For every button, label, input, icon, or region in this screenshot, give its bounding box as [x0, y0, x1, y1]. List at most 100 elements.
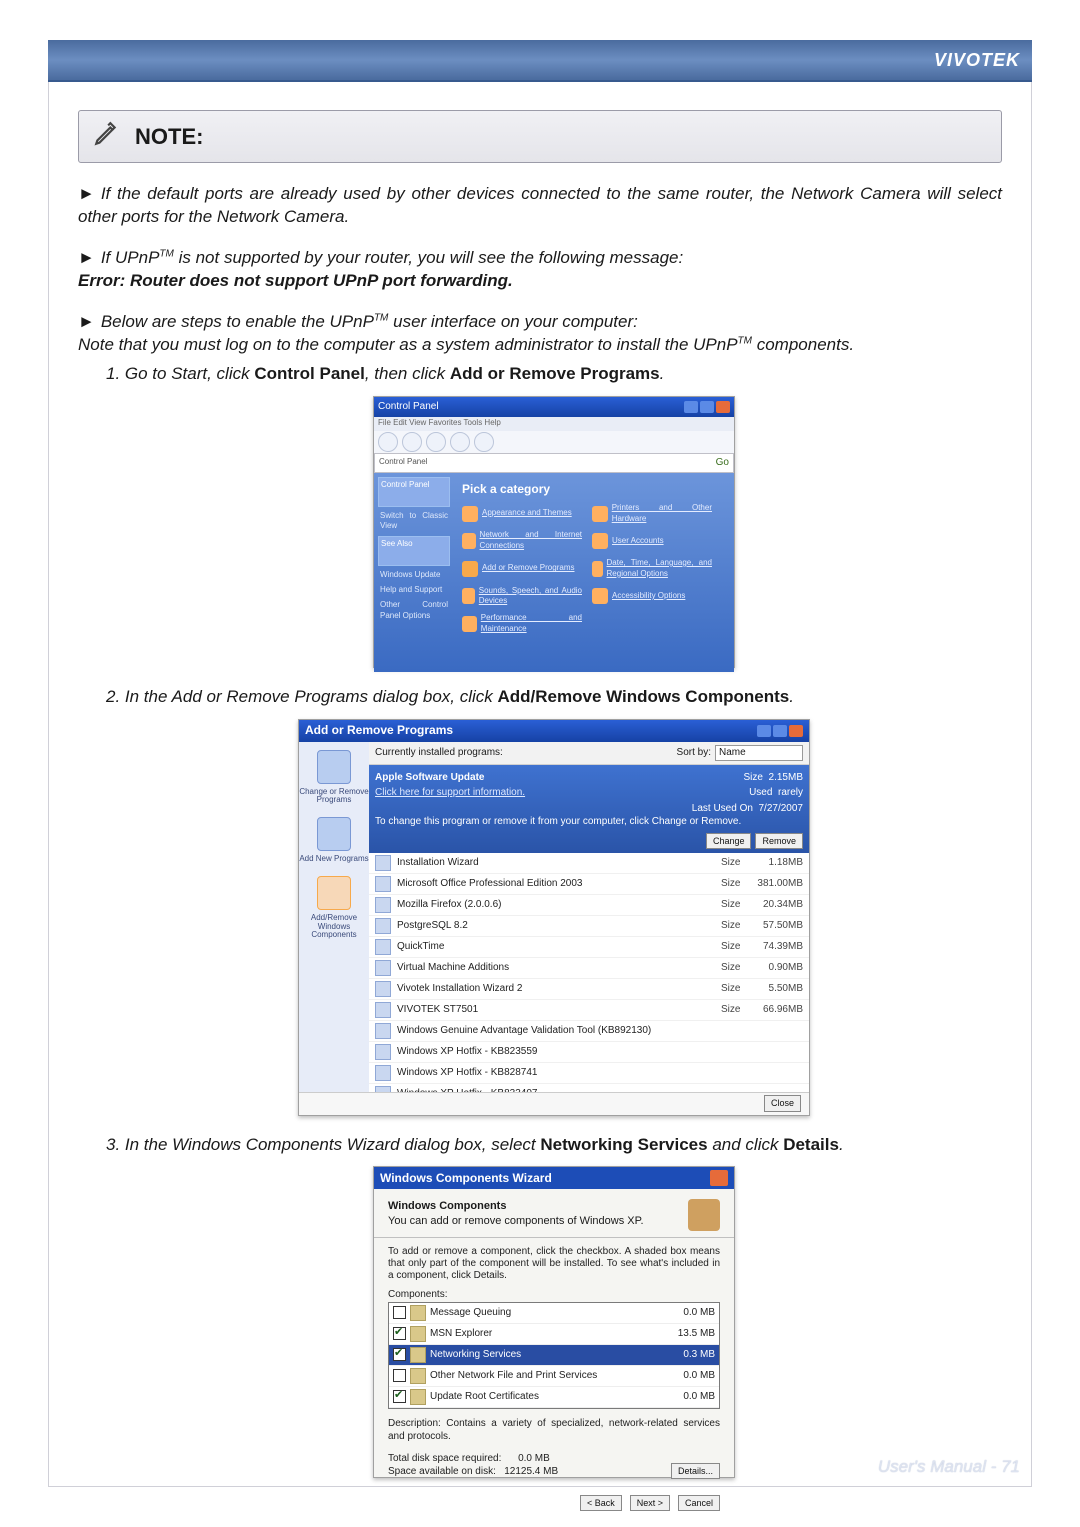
- checkbox[interactable]: [393, 1306, 406, 1319]
- add-new-icon[interactable]: [317, 817, 351, 851]
- s1-d: Add or Remove Programs: [450, 364, 660, 383]
- switch-view[interactable]: Switch to Classic View: [380, 511, 448, 533]
- cat-7[interactable]: Accessibility Options: [592, 586, 712, 608]
- screenshot-control-panel: Control Panel File Edit View Favorites T…: [373, 396, 735, 668]
- content-area: NOTE: ►If the default ports are already …: [78, 110, 1002, 1496]
- program-name: Windows XP Hotfix - KB833407: [397, 1087, 721, 1092]
- ar-window-buttons: [757, 725, 803, 737]
- checkbox[interactable]: [393, 1390, 406, 1403]
- left-item-0[interactable]: Windows Update: [380, 570, 448, 581]
- cat-6[interactable]: Sounds, Speech, and Audio Devices: [462, 586, 582, 608]
- wc-titlebar: Windows Components Wizard: [374, 1167, 734, 1189]
- list-item[interactable]: Windows XP Hotfix - KB828741: [369, 1063, 809, 1084]
- cat-3[interactable]: User Accounts: [592, 530, 712, 552]
- next-button[interactable]: Next >: [630, 1495, 670, 1511]
- cat-2[interactable]: Network and Internet Connections: [462, 530, 582, 552]
- sel-size: 2.15MB: [769, 772, 803, 783]
- list-item[interactable]: Windows XP Hotfix - KB823559: [369, 1042, 809, 1063]
- list-item[interactable]: Vivotek Installation Wizard 2Size5.50MB: [369, 979, 809, 1000]
- s2-b: Add/Remove Windows Components: [498, 687, 790, 706]
- perf-icon: [462, 616, 477, 632]
- size-label: Size: [721, 1003, 753, 1017]
- size-value: 5.50MB: [753, 982, 803, 996]
- ar-body: Change or Remove Programs Add New Progra…: [299, 742, 809, 1092]
- address-bar[interactable]: Control Panel Go: [374, 453, 734, 473]
- up-icon[interactable]: [426, 432, 446, 452]
- back-button[interactable]: < Back: [580, 1495, 622, 1511]
- close-button[interactable]: Close: [764, 1095, 801, 1111]
- close-icon[interactable]: [716, 401, 730, 413]
- b3-b: user interface on your computer:: [388, 312, 637, 331]
- component-icon: [410, 1368, 426, 1384]
- cat-4-label: Add or Remove Programs: [482, 563, 574, 574]
- ar-right: Currently installed programs: Sort by: N…: [369, 742, 809, 1092]
- wc-head-s: You can add or remove components of Wind…: [388, 1215, 644, 1227]
- change-remove-icon[interactable]: [317, 750, 351, 784]
- components-list: Message Queuing0.0 MBMSN Explorer13.5 MB…: [388, 1302, 720, 1409]
- cp-body: Control Panel Switch to Classic View See…: [374, 473, 734, 672]
- close-row: Close: [299, 1092, 809, 1115]
- cat-0[interactable]: Appearance and Themes: [462, 503, 582, 525]
- left-item-2[interactable]: Other Control Panel Options: [380, 600, 448, 622]
- s3-e: .: [839, 1135, 844, 1154]
- cat-1[interactable]: Printers and Other Hardware: [592, 503, 712, 525]
- component-row[interactable]: Update Root Certificates0.0 MB: [389, 1387, 719, 1408]
- selected-program[interactable]: Apple Software Update Size 2.15MB Click …: [369, 765, 809, 853]
- list-item[interactable]: Windows XP Hotfix - KB833407: [369, 1084, 809, 1092]
- program-icon: [375, 1002, 391, 1018]
- left-item-1[interactable]: Help and Support: [380, 585, 448, 596]
- component-row[interactable]: Message Queuing0.0 MB: [389, 1303, 719, 1324]
- list-item[interactable]: QuickTimeSize74.39MB: [369, 937, 809, 958]
- minimize-icon[interactable]: [684, 401, 698, 413]
- wc-header: Windows Components You can add or remove…: [374, 1189, 734, 1238]
- list-item[interactable]: Microsoft Office Professional Edition 20…: [369, 874, 809, 895]
- go-icon[interactable]: Go: [716, 456, 729, 470]
- back-icon[interactable]: [378, 432, 398, 452]
- windows-components-icon[interactable]: [317, 876, 351, 910]
- list-item[interactable]: Virtual Machine AdditionsSize0.90MB: [369, 958, 809, 979]
- accessibility-icon: [592, 588, 608, 604]
- left-0[interactable]: Change or Remove Programs: [299, 788, 369, 806]
- program-name: Windows XP Hotfix - KB828741: [397, 1066, 721, 1080]
- cat-4[interactable]: Add or Remove Programs: [462, 558, 582, 580]
- close-icon[interactable]: [789, 725, 803, 737]
- component-row[interactable]: Networking Services0.3 MB: [389, 1345, 719, 1366]
- close-icon[interactable]: [710, 1170, 728, 1186]
- program-icon: [375, 981, 391, 997]
- cat-5[interactable]: Date, Time, Language, and Regional Optio…: [592, 558, 712, 580]
- program-icon: [375, 1086, 391, 1092]
- cat-8[interactable]: Performance and Maintenance: [462, 613, 582, 635]
- checkbox[interactable]: [393, 1369, 406, 1382]
- change-button[interactable]: Change: [706, 833, 752, 849]
- list-item[interactable]: Windows Genuine Advantage Validation Too…: [369, 1021, 809, 1042]
- b2-a: If UPnP: [101, 248, 160, 267]
- menu-bar[interactable]: File Edit View Favorites Tools Help: [374, 417, 734, 431]
- program-name: Microsoft Office Professional Edition 20…: [397, 877, 721, 891]
- details-button[interactable]: Details...: [671, 1463, 720, 1479]
- left-2[interactable]: Add/Remove Windows Components: [299, 914, 369, 940]
- list-item[interactable]: PostgreSQL 8.2Size57.50MB: [369, 916, 809, 937]
- checkbox[interactable]: [393, 1348, 406, 1361]
- program-name: Installation Wizard: [397, 856, 721, 870]
- maximize-icon[interactable]: [700, 401, 714, 413]
- support-link[interactable]: Click here for support information.: [375, 786, 525, 800]
- cancel-button[interactable]: Cancel: [678, 1495, 720, 1511]
- forward-icon[interactable]: [402, 432, 422, 452]
- minimize-icon[interactable]: [757, 725, 771, 737]
- left-1[interactable]: Add New Programs: [299, 855, 368, 864]
- maximize-icon[interactable]: [773, 725, 787, 737]
- component-row[interactable]: Other Network File and Print Services0.0…: [389, 1366, 719, 1387]
- search-icon[interactable]: [450, 432, 470, 452]
- list-item[interactable]: Installation WizardSize1.18MB: [369, 853, 809, 874]
- sort-select[interactable]: Name: [715, 745, 803, 761]
- avail: 12125.4 MB: [504, 1466, 558, 1477]
- users-icon: [592, 533, 608, 549]
- component-icon: [410, 1347, 426, 1363]
- list-item[interactable]: Mozilla Firefox (2.0.0.6)Size20.34MB: [369, 895, 809, 916]
- checkbox[interactable]: [393, 1327, 406, 1340]
- remove-button[interactable]: Remove: [755, 833, 803, 849]
- component-icon: [410, 1326, 426, 1342]
- component-row[interactable]: MSN Explorer13.5 MB: [389, 1324, 719, 1345]
- folders-icon[interactable]: [474, 432, 494, 452]
- list-item[interactable]: VIVOTEK ST7501Size66.96MB: [369, 1000, 809, 1021]
